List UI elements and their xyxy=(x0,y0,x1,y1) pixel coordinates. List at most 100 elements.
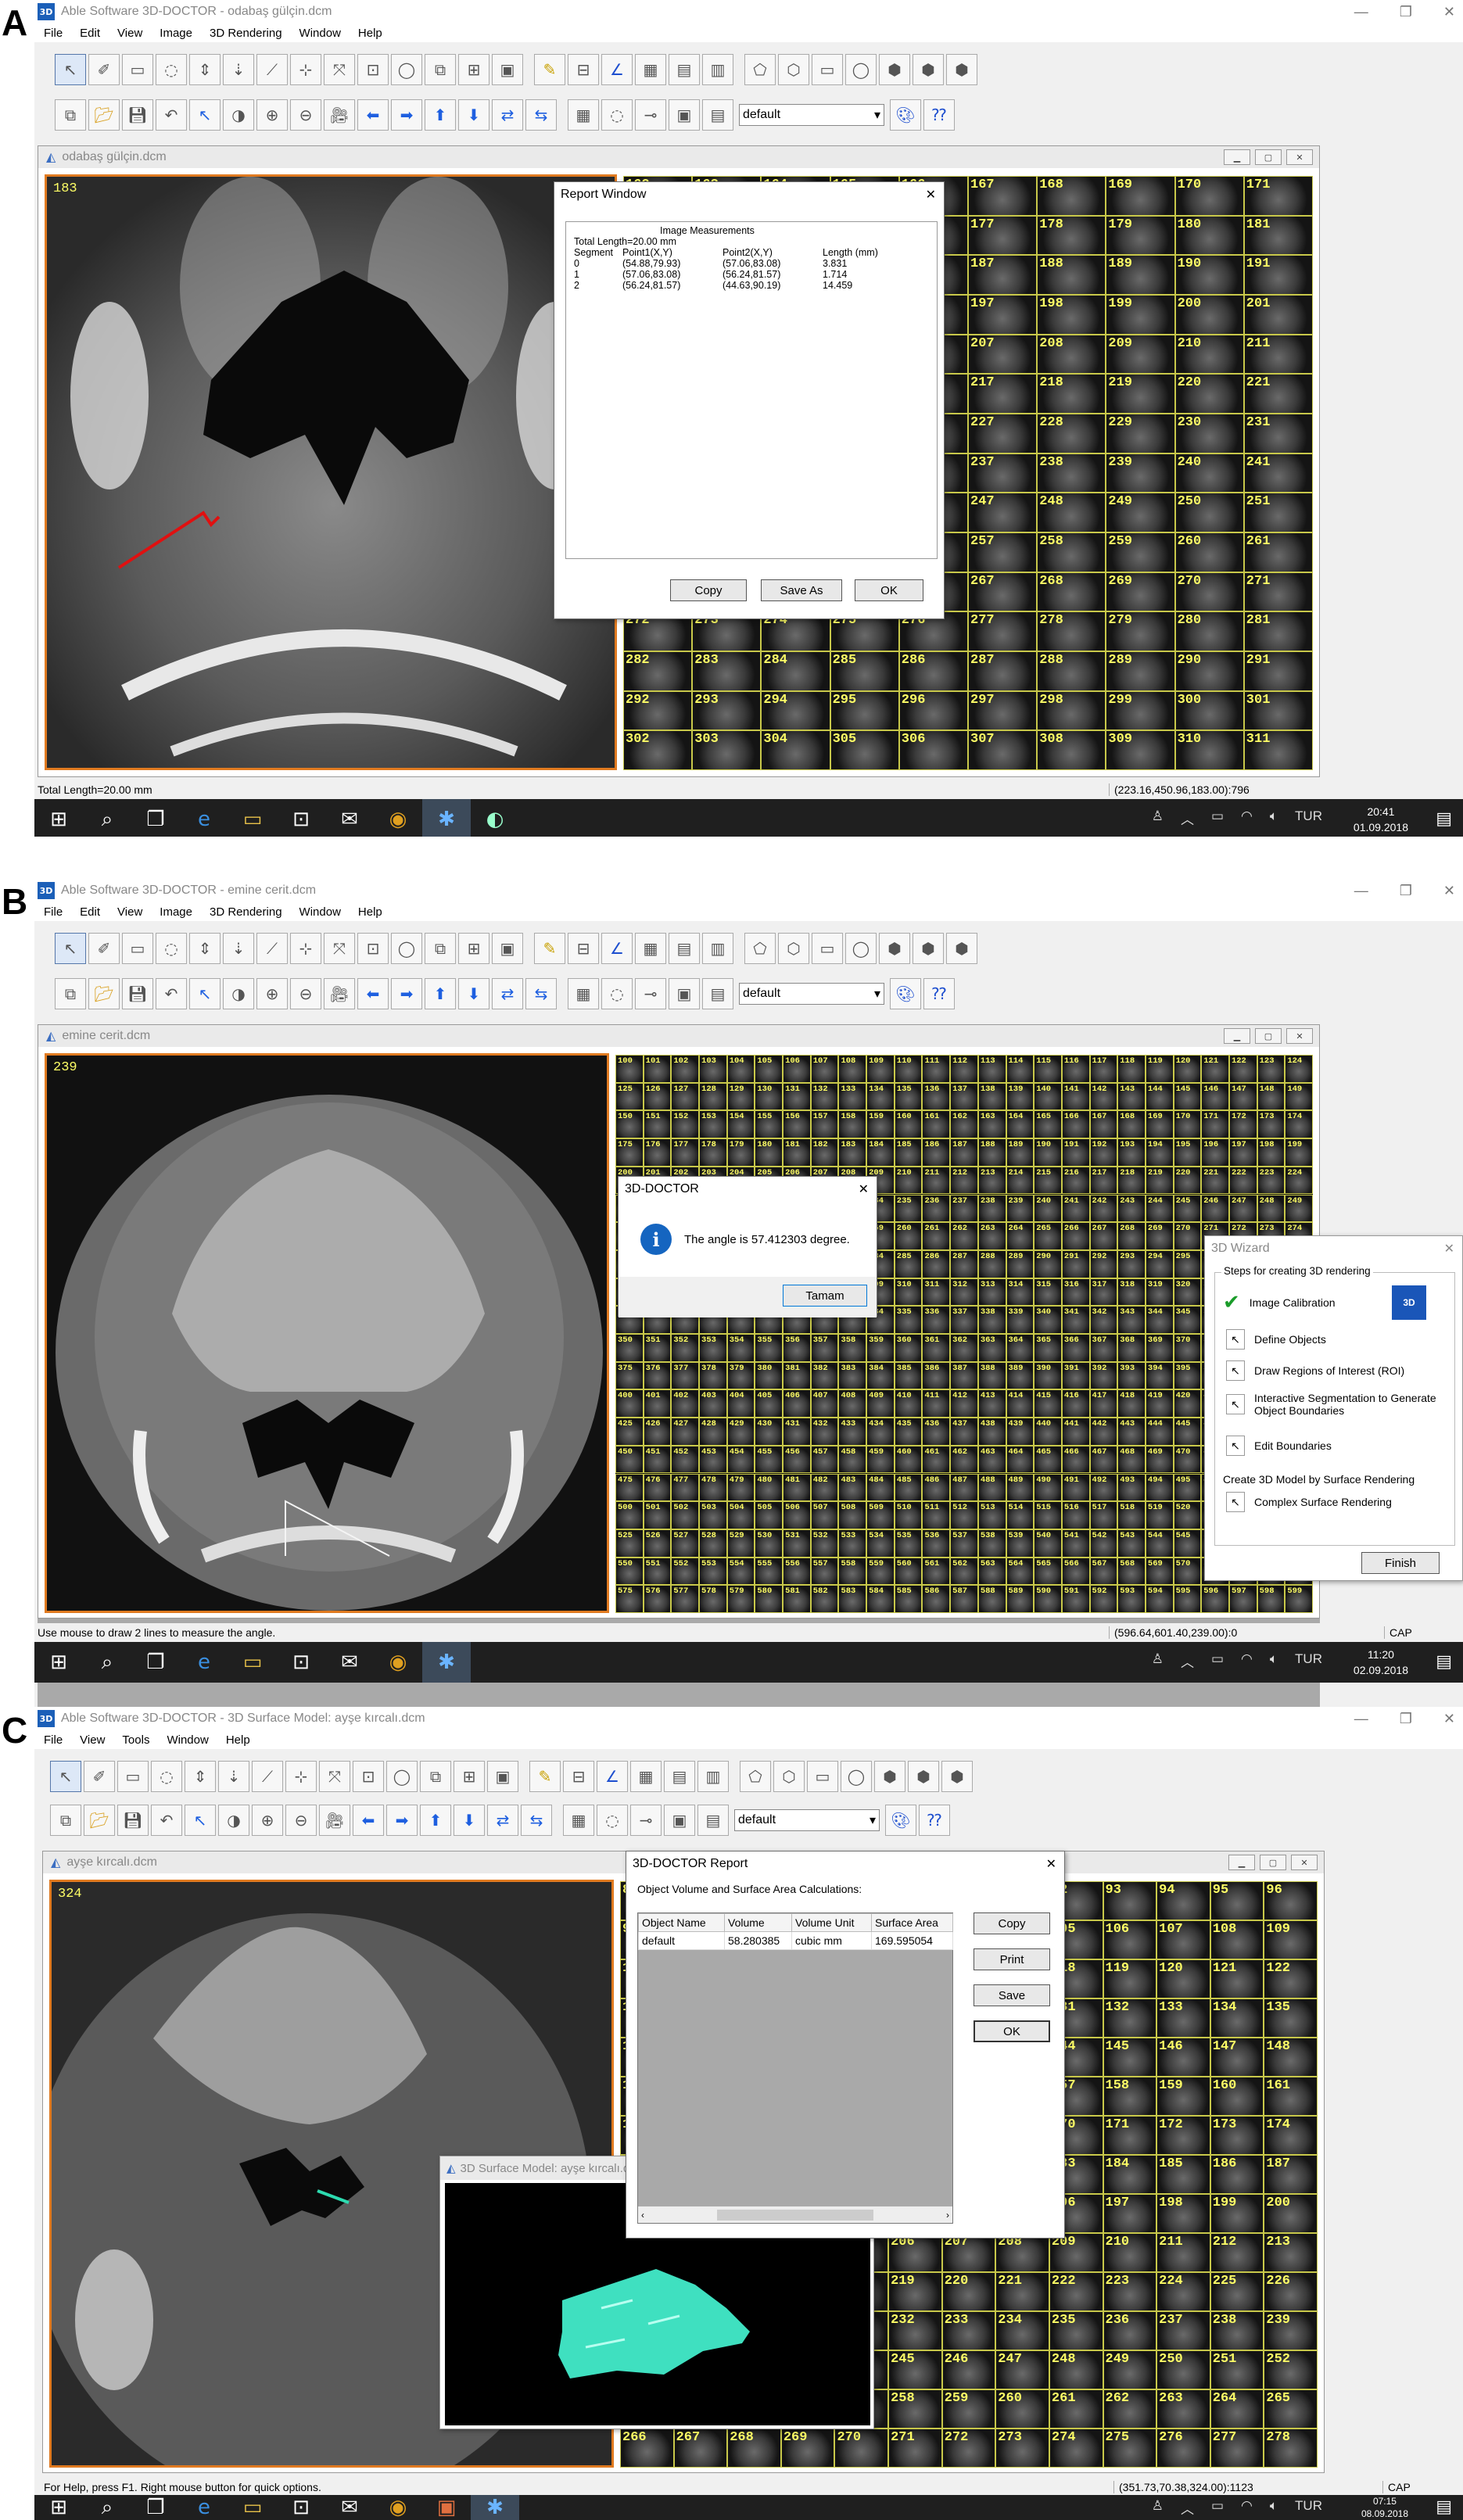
slice-thumbnail[interactable]: 144 xyxy=(1145,1082,1174,1111)
slice-thumbnail[interactable]: 314 xyxy=(1006,1278,1034,1307)
slice-thumbnail[interactable]: 337 xyxy=(950,1306,978,1334)
grid-icon[interactable]: ⊞ xyxy=(458,54,489,85)
close-icon[interactable]: ✕ xyxy=(1443,883,1455,899)
minimize-icon[interactable]: — xyxy=(1354,4,1368,20)
slice-thumbnail[interactable]: 466 xyxy=(1061,1445,1090,1474)
slice-thumbnail[interactable]: 221 xyxy=(1201,1166,1229,1195)
rectangle-icon[interactable]: ▭ xyxy=(807,1761,838,1792)
slice-thumbnail[interactable]: 406 xyxy=(783,1389,811,1418)
slice-thumbnail[interactable]: 199 xyxy=(1285,1138,1313,1167)
save-icon[interactable]: 💾︎ xyxy=(122,99,153,131)
slice-thumbnail[interactable]: 261 xyxy=(922,1222,951,1250)
slice-thumbnail[interactable]: 341 xyxy=(1061,1306,1090,1334)
slice-thumbnail[interactable]: 114 xyxy=(1006,1055,1034,1083)
slice-thumbnail[interactable]: 242 xyxy=(1089,1194,1118,1223)
arrow-right-icon[interactable]: ➡ xyxy=(386,1805,418,1836)
slice-thumbnail[interactable]: 261 xyxy=(1049,2389,1103,2429)
arrow-down-icon[interactable]: ⬇ xyxy=(454,1805,485,1836)
slice-thumbnail[interactable]: 432 xyxy=(810,1418,839,1446)
slice-thumbnail[interactable]: 232 xyxy=(888,2311,942,2350)
wifi-icon[interactable]: ◠ xyxy=(1241,808,1253,828)
slice-thumbnail[interactable]: 165 xyxy=(1034,1110,1062,1139)
slice-thumbnail[interactable]: 106 xyxy=(783,1055,811,1083)
slice-thumbnail[interactable]: 169 xyxy=(1106,176,1175,216)
slice-thumbnail[interactable]: 370 xyxy=(1173,1334,1202,1362)
slice-thumbnail[interactable]: 129 xyxy=(726,1082,755,1111)
slice-thumbnail[interactable]: 223 xyxy=(1257,1166,1286,1195)
slice-thumbnail[interactable]: 219 xyxy=(1106,374,1175,414)
slice-thumbnail[interactable]: 285 xyxy=(894,1249,923,1278)
slice-thumbnail[interactable]: 443 xyxy=(1117,1418,1146,1446)
slice-thumbnail[interactable]: 279 xyxy=(1106,611,1175,651)
slice-thumbnail[interactable]: 249 xyxy=(1106,493,1175,532)
slice-thumbnail[interactable]: 112 xyxy=(950,1055,978,1083)
slice-thumbnail[interactable]: 161 xyxy=(1264,2077,1318,2116)
slice-thumbnail[interactable]: 178 xyxy=(699,1138,727,1167)
slice-thumbnail[interactable]: 188 xyxy=(977,1138,1006,1167)
slice-thumbnail[interactable]: 212 xyxy=(950,1166,978,1195)
slice-thumbnail[interactable]: 284 xyxy=(761,651,830,691)
clock[interactable]: 11:20 02.09.2018 xyxy=(1354,1647,1408,1678)
slice-thumbnail[interactable]: 340 xyxy=(1034,1306,1062,1334)
chrome-icon[interactable]: ◉ xyxy=(374,2495,422,2520)
layers-icon[interactable]: ⧉ xyxy=(425,54,456,85)
image-icon[interactable]: ▣ xyxy=(492,54,523,85)
object-dropdown[interactable]: default ▾ xyxy=(739,983,884,1005)
restore-icon[interactable]: ❐ xyxy=(1400,883,1412,899)
swap-icon[interactable]: ⇄ xyxy=(487,1805,518,1836)
slice-thumbnail[interactable]: 383 xyxy=(838,1361,867,1390)
slice-thumbnail[interactable]: 294 xyxy=(761,690,830,731)
slice-thumbnail[interactable]: 345 xyxy=(1173,1306,1202,1334)
person-icon[interactable]: ♙ xyxy=(1152,1651,1164,1671)
layout-icon[interactable]: ▤ xyxy=(697,1805,729,1836)
slice-thumbnail[interactable]: 534 xyxy=(866,1529,895,1558)
slice-thumbnail[interactable]: 418 xyxy=(1117,1389,1146,1418)
slice-thumbnail[interactable]: 362 xyxy=(950,1334,978,1362)
contour-icon[interactable]: ⬢ xyxy=(946,54,977,85)
slice-thumbnail[interactable]: 375 xyxy=(615,1361,644,1390)
slice-thumbnail[interactable]: 159 xyxy=(1156,2077,1210,2116)
slice-thumbnail[interactable]: 577 xyxy=(671,1585,700,1613)
slice-thumbnail[interactable]: 445 xyxy=(1173,1418,1202,1446)
slice-thumbnail[interactable]: 131 xyxy=(783,1082,811,1111)
language-indicator[interactable]: TUR xyxy=(1295,2498,1322,2518)
slice-thumbnail[interactable]: 264 xyxy=(1210,2389,1264,2429)
polygon-icon[interactable]: ⬠ xyxy=(740,1761,771,1792)
menu-help[interactable]: Help xyxy=(358,905,382,919)
arrow-left-icon[interactable]: ⬅ xyxy=(353,1805,384,1836)
slice-thumbnail[interactable]: 274 xyxy=(1049,2429,1103,2468)
slice-thumbnail[interactable]: 93 xyxy=(1103,1881,1157,1920)
slice-thumbnail[interactable]: 135 xyxy=(1264,1998,1318,2038)
slice-thumbnail[interactable]: 170 xyxy=(1174,176,1244,216)
zoom-in-icon[interactable]: ⊕ xyxy=(256,978,288,1009)
slice-thumbnail[interactable]: 360 xyxy=(894,1334,923,1362)
slice-thumbnail[interactable]: 413 xyxy=(977,1389,1006,1418)
copy-button[interactable]: Copy xyxy=(974,1912,1050,1934)
ct-slice-view[interactable]: 239 xyxy=(45,1053,609,1613)
angle-dialog-close-icon[interactable]: ✕ xyxy=(859,1181,869,1197)
slice-thumbnail[interactable]: 268 xyxy=(1037,572,1106,612)
slice-thumbnail[interactable]: 293 xyxy=(1117,1249,1146,1278)
slice-thumbnail[interactable]: 598 xyxy=(1257,1585,1286,1613)
menu-file[interactable]: File xyxy=(44,1733,63,1747)
slice-thumbnail[interactable]: 276 xyxy=(1156,2429,1210,2468)
slice-thumbnail[interactable]: 436 xyxy=(922,1418,951,1446)
language-indicator[interactable]: TUR xyxy=(1295,1651,1322,1671)
slice-thumbnail[interactable]: 220 xyxy=(1173,1166,1202,1195)
slice-thumbnail[interactable]: 587 xyxy=(950,1585,978,1613)
crop-icon[interactable]: ⊡ xyxy=(357,54,389,85)
slice-thumbnail[interactable]: 313 xyxy=(977,1278,1006,1307)
slice-thumbnail[interactable]: 361 xyxy=(922,1334,951,1362)
slice-thumbnail[interactable]: 358 xyxy=(838,1334,867,1362)
slice-thumbnail[interactable]: 221 xyxy=(1243,374,1313,414)
vertical-line-icon[interactable]: ⇕ xyxy=(185,1761,216,1792)
slice-thumbnail[interactable]: 230 xyxy=(1174,414,1244,453)
slice-thumbnail[interactable]: 290 xyxy=(1034,1249,1062,1278)
edge-icon[interactable]: e xyxy=(180,1642,228,1683)
slice-thumbnail[interactable]: 352 xyxy=(671,1334,700,1362)
slice-thumbnail[interactable]: 160 xyxy=(894,1110,923,1139)
slice-thumbnail[interactable]: 454 xyxy=(726,1445,755,1474)
slice-thumbnail[interactable]: 338 xyxy=(977,1306,1006,1334)
slice-thumbnail[interactable]: 552 xyxy=(671,1557,700,1586)
slice-thumbnail[interactable]: 585 xyxy=(894,1585,923,1613)
